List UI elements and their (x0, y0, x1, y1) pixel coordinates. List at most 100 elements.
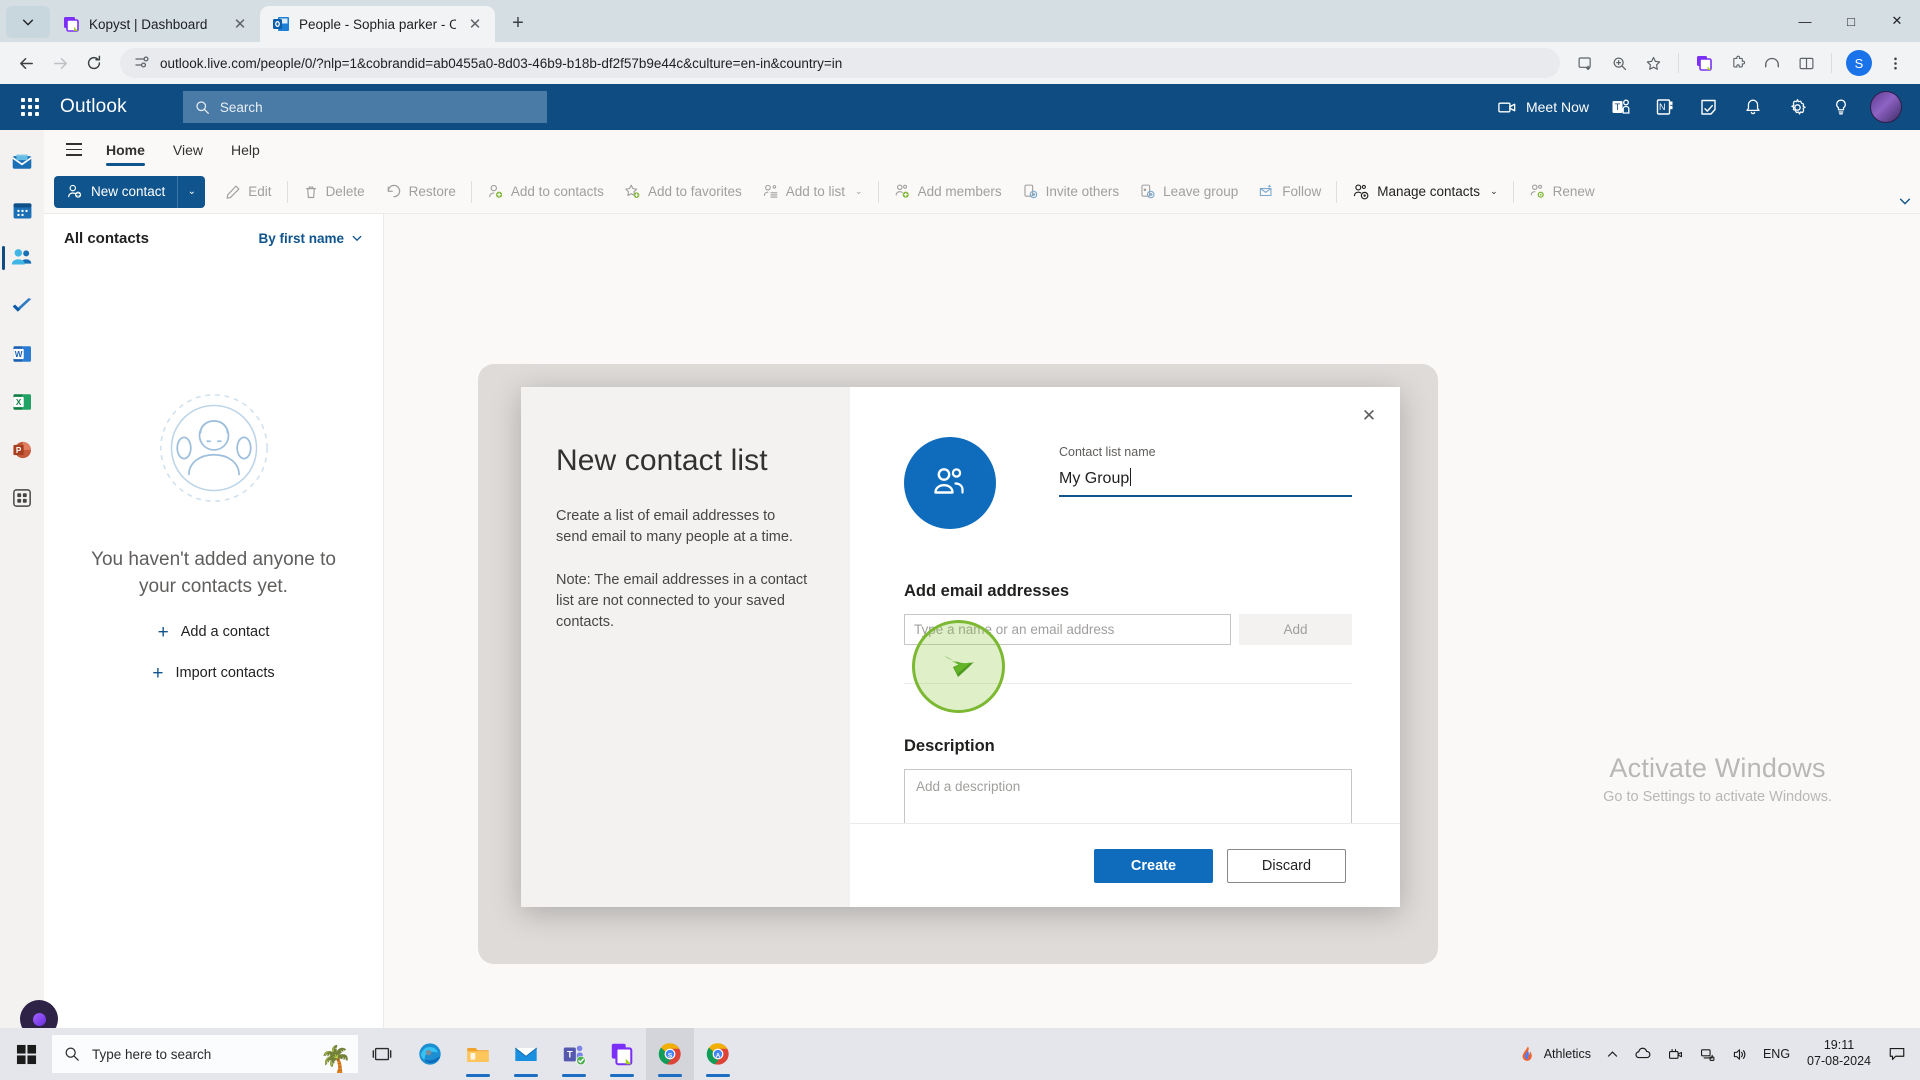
site-settings-icon[interactable] (134, 54, 150, 73)
create-button[interactable]: Create (1094, 848, 1213, 883)
account-avatar[interactable] (1870, 91, 1902, 123)
chevron-down-icon[interactable]: ⌄ (855, 186, 863, 197)
close-icon[interactable]: ✕ (230, 14, 250, 34)
ribbon-follow[interactable]: Follow (1248, 176, 1331, 208)
tray-overflow-chevron-icon[interactable] (1600, 1048, 1625, 1061)
taskbar-chrome-s[interactable]: S (646, 1028, 694, 1080)
tab-home[interactable]: Home (92, 130, 159, 170)
search-input[interactable]: Search (182, 91, 547, 123)
hamburger-menu-icon[interactable] (56, 134, 92, 166)
taskbar-file-explorer[interactable] (454, 1028, 502, 1080)
taskbar-chrome-a[interactable]: A (694, 1028, 742, 1080)
sort-dropdown[interactable]: By first name (258, 231, 363, 246)
tray-athletics[interactable]: Athletics (1513, 1045, 1597, 1063)
taskbar-kopyst[interactable] (598, 1028, 646, 1080)
maximize-button[interactable]: □ (1828, 0, 1874, 42)
description-textarea[interactable]: Add a description (904, 769, 1352, 823)
ribbon-leave-group[interactable]: Leave group (1129, 176, 1248, 208)
new-tab-button[interactable]: + (503, 8, 533, 38)
label: Edit (248, 184, 272, 199)
chevron-down-icon[interactable]: ⌄ (1490, 186, 1498, 197)
ribbon-add-to-list[interactable]: Add to list ⌄ (752, 176, 873, 208)
sidebar-item-excel[interactable]: X (2, 382, 42, 422)
chevron-down-icon[interactable]: ⌄ (177, 175, 205, 208)
ribbon-add-members[interactable]: Add members (884, 176, 1012, 208)
tray-volume-icon[interactable] (1725, 1046, 1754, 1063)
taskbar-task-view[interactable] (358, 1028, 406, 1080)
install-app-icon[interactable] (1570, 48, 1600, 78)
minimize-button[interactable]: — (1782, 0, 1828, 42)
tray-camera-icon[interactable] (1661, 1046, 1690, 1063)
sidebar-item-powerpoint[interactable]: P (2, 430, 42, 470)
taskbar-edge[interactable] (406, 1028, 454, 1080)
forward-arrow-icon[interactable] (44, 47, 76, 79)
import-contacts-link[interactable]: + Import contacts (152, 664, 274, 683)
app-launcher-icon[interactable] (8, 85, 52, 129)
ribbon-restore[interactable]: Restore (375, 176, 466, 208)
tab-strip: Kopyst | Dashboard ✕ People - Sophia par… (0, 0, 1920, 42)
notifications-button[interactable] (1732, 84, 1774, 130)
sidebar-item-people[interactable] (2, 238, 42, 278)
windows-start-icon[interactable] (0, 1028, 52, 1080)
back-arrow-icon[interactable] (10, 47, 42, 79)
close-window-button[interactable]: ✕ (1874, 0, 1920, 42)
ribbon-renew[interactable]: Renew (1519, 176, 1605, 208)
tab-help[interactable]: Help (217, 130, 274, 170)
address-bar[interactable]: outlook.live.com/people/0/?nlp=1&cobrand… (120, 48, 1560, 78)
kopyst-extension-icon[interactable] (1689, 48, 1719, 78)
tab-search-chevron-icon[interactable] (6, 6, 50, 38)
sidebar-item-all-apps[interactable] (2, 478, 42, 518)
contacts-pane-header: All contacts By first name (44, 214, 383, 262)
tray-network-icon[interactable] (1693, 1046, 1722, 1063)
onenote-icon: N (1656, 99, 1673, 115)
onenote-button[interactable]: N (1644, 84, 1686, 130)
action-center-notification-icon[interactable] (1882, 1045, 1912, 1063)
reload-icon[interactable] (78, 47, 110, 79)
taskbar-mail[interactable] (502, 1028, 550, 1080)
teams-app-icon: T (563, 1045, 586, 1066)
taskbar-teams[interactable]: T (550, 1028, 598, 1080)
zoom-icon[interactable] (1604, 48, 1634, 78)
tab-title: Kopyst | Dashboard (89, 16, 208, 32)
ribbon-invite-others[interactable]: Invite others (1012, 176, 1130, 208)
sidebar-item-to-do[interactable] (2, 286, 42, 326)
ribbon-add-to-favorites[interactable]: Add to favorites (614, 176, 752, 208)
bookmark-star-icon[interactable] (1638, 48, 1668, 78)
ribbon-expand-chevron-icon[interactable] (1898, 194, 1912, 211)
sidebar-item-calendar[interactable] (2, 190, 42, 230)
contact-list-avatar[interactable] (904, 437, 996, 529)
taskbar-search-input[interactable]: Type here to search 🌴 (52, 1035, 358, 1073)
extension-icon[interactable] (1723, 48, 1753, 78)
dialog-paragraph-1: Create a list of email addresses to send… (556, 508, 793, 546)
tray-cloud-icon[interactable] (1628, 1045, 1658, 1063)
ribbon-add-to-contacts[interactable]: Add to contacts (477, 176, 614, 208)
media-icon[interactable] (1757, 48, 1787, 78)
beach-icon: 🌴 (319, 1044, 352, 1073)
ribbon-delete[interactable]: Delete (293, 176, 375, 208)
kebab-menu-icon[interactable] (1880, 48, 1910, 78)
sidebar-item-word[interactable]: W (2, 334, 42, 374)
add-a-contact-link[interactable]: + Add a contact (158, 623, 270, 642)
tray-language[interactable]: ENG (1757, 1047, 1796, 1061)
browser-tab-kopyst[interactable]: Kopyst | Dashboard ✕ (50, 6, 260, 42)
split-screen-icon[interactable] (1791, 48, 1821, 78)
meet-now-button[interactable]: Meet Now (1488, 84, 1598, 130)
contact-list-name-input[interactable]: My Group (1059, 468, 1352, 497)
email-address-input[interactable]: Type a name or an email address (904, 614, 1231, 645)
discard-button[interactable]: Discard (1227, 848, 1346, 883)
close-icon[interactable]: ✕ (1352, 399, 1386, 433)
tips-button[interactable] (1820, 84, 1862, 130)
sidebar-item-mail[interactable] (2, 142, 42, 182)
close-icon[interactable]: ✕ (465, 14, 485, 34)
settings-button[interactable] (1776, 84, 1818, 130)
new-contact-button[interactable]: New contact ⌄ (54, 175, 206, 208)
browser-tab-outlook[interactable]: People - Sophia parker - Outloo ✕ (260, 6, 495, 42)
tab-view[interactable]: View (159, 130, 217, 170)
browser-profile-avatar[interactable]: S (1846, 50, 1872, 76)
add-email-button[interactable]: Add (1239, 614, 1352, 645)
ribbon-edit[interactable]: Edit (215, 176, 281, 208)
notes-button[interactable] (1688, 84, 1730, 130)
teams-button[interactable]: T (1600, 84, 1642, 130)
ribbon-manage-contacts[interactable]: Manage contacts ⌄ (1342, 176, 1507, 208)
tray-clock[interactable]: 19:11 07-08-2024 (1799, 1038, 1879, 1069)
